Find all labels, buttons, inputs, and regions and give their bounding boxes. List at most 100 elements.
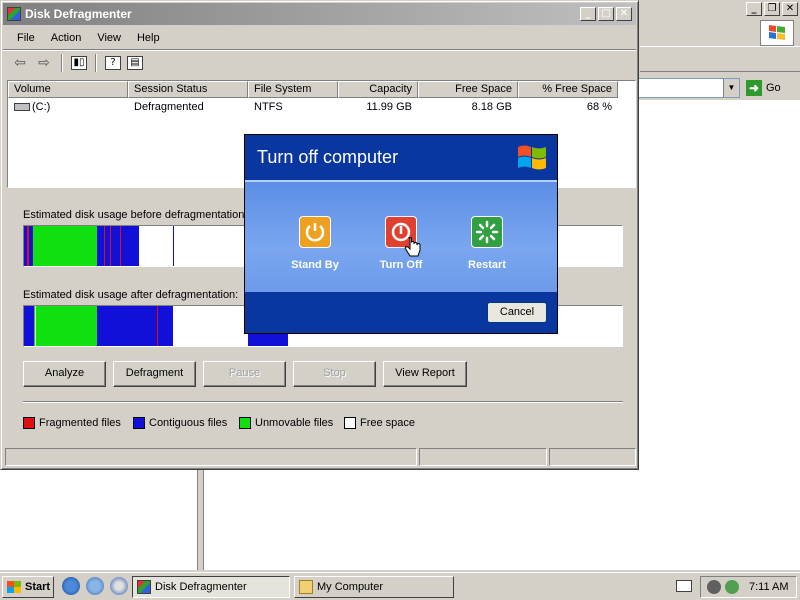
maximize-icon[interactable]: □ xyxy=(598,7,614,21)
legend-contiguous-label: Contiguous files xyxy=(149,417,228,429)
properties-icon[interactable]: ▤ xyxy=(127,55,143,70)
window-title: Disk Defragmenter xyxy=(25,7,132,21)
free-space-cell: 8.18 GB xyxy=(471,100,512,113)
contiguous-segment xyxy=(173,226,174,266)
column-header-file-system[interactable]: File System xyxy=(248,81,338,98)
windows-flag-icon xyxy=(760,20,794,46)
column-header-free-space[interactable]: Free Space xyxy=(418,81,518,98)
column-header-pct-free-space[interactable]: % Free Space xyxy=(518,81,618,98)
fragmented-segment xyxy=(104,226,105,266)
fragmented-swatch xyxy=(23,417,35,429)
menu-action[interactable]: Action xyxy=(43,32,90,44)
legend-free-space-label: Free space xyxy=(360,417,416,429)
back-arrow-icon[interactable]: ⇦ xyxy=(11,54,29,72)
toolbar-separator xyxy=(61,53,63,72)
task-label: My Computer xyxy=(317,581,384,593)
volume-name: (C:) xyxy=(32,100,51,113)
contiguous-swatch xyxy=(133,417,145,429)
restart-label: Restart xyxy=(468,259,506,271)
title-bar[interactable]: Disk Defragmenter _ □ ✕ xyxy=(3,3,636,25)
restore-icon[interactable]: ❐ xyxy=(764,2,780,16)
unmovable-segment xyxy=(36,306,97,346)
turn-off-label: Turn Off xyxy=(379,259,423,271)
stop-button[interactable]: Stop xyxy=(293,361,376,387)
stand-by-button[interactable]: Stand By xyxy=(275,216,355,271)
dialog-title: Turn off computer xyxy=(257,147,399,167)
hard-drive-icon xyxy=(14,102,30,111)
internet-explorer-icon[interactable] xyxy=(62,577,80,595)
keyboard-icon[interactable] xyxy=(676,580,692,592)
restart-icon xyxy=(471,216,503,248)
turn-off-button[interactable]: Turn Off xyxy=(361,216,441,271)
close-icon[interactable]: ✕ xyxy=(616,7,632,21)
taskbar: Start Disk Defragmenter My Computer 7:11… xyxy=(0,572,800,600)
my-computer-icon xyxy=(299,580,313,594)
help-icon[interactable]: ? xyxy=(105,55,121,70)
cancel-button[interactable]: Cancel xyxy=(487,302,547,323)
fragmented-segment xyxy=(157,306,158,346)
pct-free-space-cell: 68 % xyxy=(586,100,612,113)
speaker-icon[interactable] xyxy=(707,580,721,594)
volume-cell: (C:) xyxy=(8,101,128,113)
view-report-button[interactable]: View Report xyxy=(383,361,467,387)
hand-cursor-icon xyxy=(404,237,421,257)
status-pane xyxy=(5,448,417,466)
task-label: Disk Defragmenter xyxy=(155,581,247,593)
legend-contiguous: Contiguous files xyxy=(133,417,227,429)
minimize-icon[interactable]: _ xyxy=(580,7,596,21)
show-hide-console-tree-icon[interactable]: ▮▯ xyxy=(71,55,87,70)
file-system-cell: NTFS xyxy=(254,100,283,113)
legend-fragmented: Fragmented files xyxy=(23,417,121,429)
defragment-button[interactable]: Defragment xyxy=(113,361,196,387)
network-icon[interactable] xyxy=(725,580,739,594)
windows-xp-logo-icon xyxy=(518,145,546,170)
turn-off-computer-dialog: Turn off computer Stand By Turn Off Rest… xyxy=(244,134,558,334)
column-header-capacity[interactable]: Capacity xyxy=(338,81,418,98)
address-dropdown-icon[interactable]: ▼ xyxy=(723,79,739,97)
toolbar: ⇦ ⇨ ▮▯ ? ▤ xyxy=(3,49,636,75)
status-pane xyxy=(419,448,547,466)
menu-view[interactable]: View xyxy=(89,32,129,44)
legend-unmovable-label: Unmovable files xyxy=(255,417,334,429)
volume-list-header: Volume Session Status File System Capaci… xyxy=(8,81,635,98)
contiguous-segment xyxy=(24,306,34,346)
start-button[interactable]: Start xyxy=(2,576,54,598)
menu-file[interactable]: File xyxy=(9,32,43,44)
pause-button[interactable]: Pause xyxy=(203,361,286,387)
clock[interactable]: 7:11 AM xyxy=(749,581,789,593)
quick-launch xyxy=(62,577,128,595)
column-header-session-status[interactable]: Session Status xyxy=(128,81,248,98)
go-label: Go xyxy=(766,82,781,94)
dialog-footer: Cancel xyxy=(245,292,557,333)
task-my-computer[interactable]: My Computer xyxy=(294,576,454,598)
defrag-app-icon xyxy=(137,580,151,594)
legend-fragmented-label: Fragmented files xyxy=(39,417,121,429)
column-header-volume[interactable]: Volume xyxy=(8,81,128,98)
minimize-icon[interactable]: _ xyxy=(746,2,762,16)
close-icon[interactable]: ✕ xyxy=(782,2,798,16)
stand-by-icon xyxy=(299,216,331,248)
start-label: Start xyxy=(25,581,51,593)
status-bar xyxy=(5,448,636,466)
address-combo[interactable]: ▼ xyxy=(636,78,740,98)
toolbar-separator xyxy=(95,53,97,72)
session-status-cell: Defragmented xyxy=(134,100,204,113)
status-pane xyxy=(549,448,636,466)
go-button[interactable]: ➜ Go xyxy=(746,80,781,96)
outlook-express-icon[interactable] xyxy=(86,577,104,595)
window-controls: _ □ ✕ xyxy=(580,7,632,21)
free-space-swatch xyxy=(344,417,356,429)
legend-free-space: Free space xyxy=(344,417,415,429)
contiguous-segment xyxy=(97,306,173,346)
menu-help[interactable]: Help xyxy=(129,32,168,44)
volume-row-c[interactable]: (C:) Defragmented NTFS 11.99 GB 8.18 GB … xyxy=(8,98,635,115)
fragmented-segment xyxy=(120,226,121,266)
analyze-button[interactable]: Analyze xyxy=(23,361,106,387)
media-player-icon[interactable] xyxy=(110,577,128,595)
capacity-cell: 11.99 GB xyxy=(366,100,412,113)
task-disk-defragmenter[interactable]: Disk Defragmenter xyxy=(132,576,290,598)
restart-button[interactable]: Restart xyxy=(447,216,527,271)
forward-arrow-icon[interactable]: ⇨ xyxy=(35,54,53,72)
unmovable-segment xyxy=(33,226,97,266)
folder-tree-pane[interactable] xyxy=(0,470,198,570)
